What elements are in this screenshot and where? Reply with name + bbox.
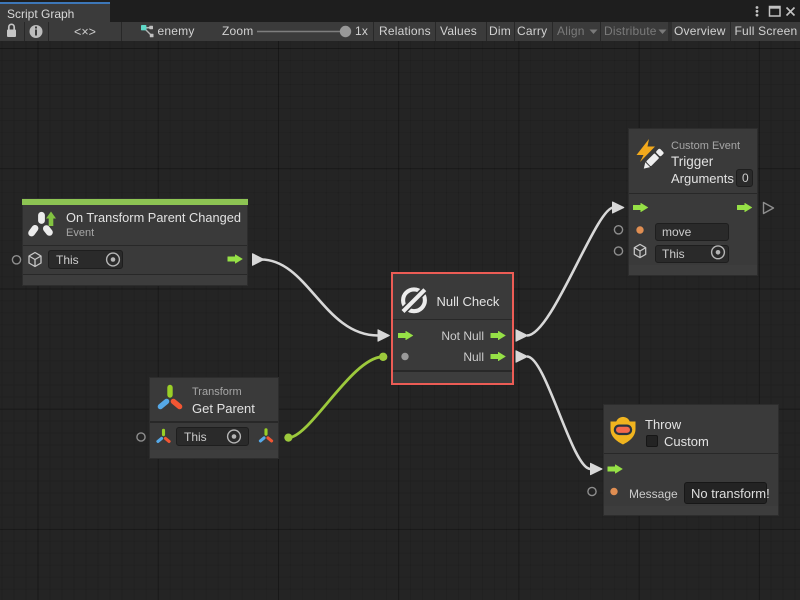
svg-text:<×>: <×>: [74, 25, 96, 39]
